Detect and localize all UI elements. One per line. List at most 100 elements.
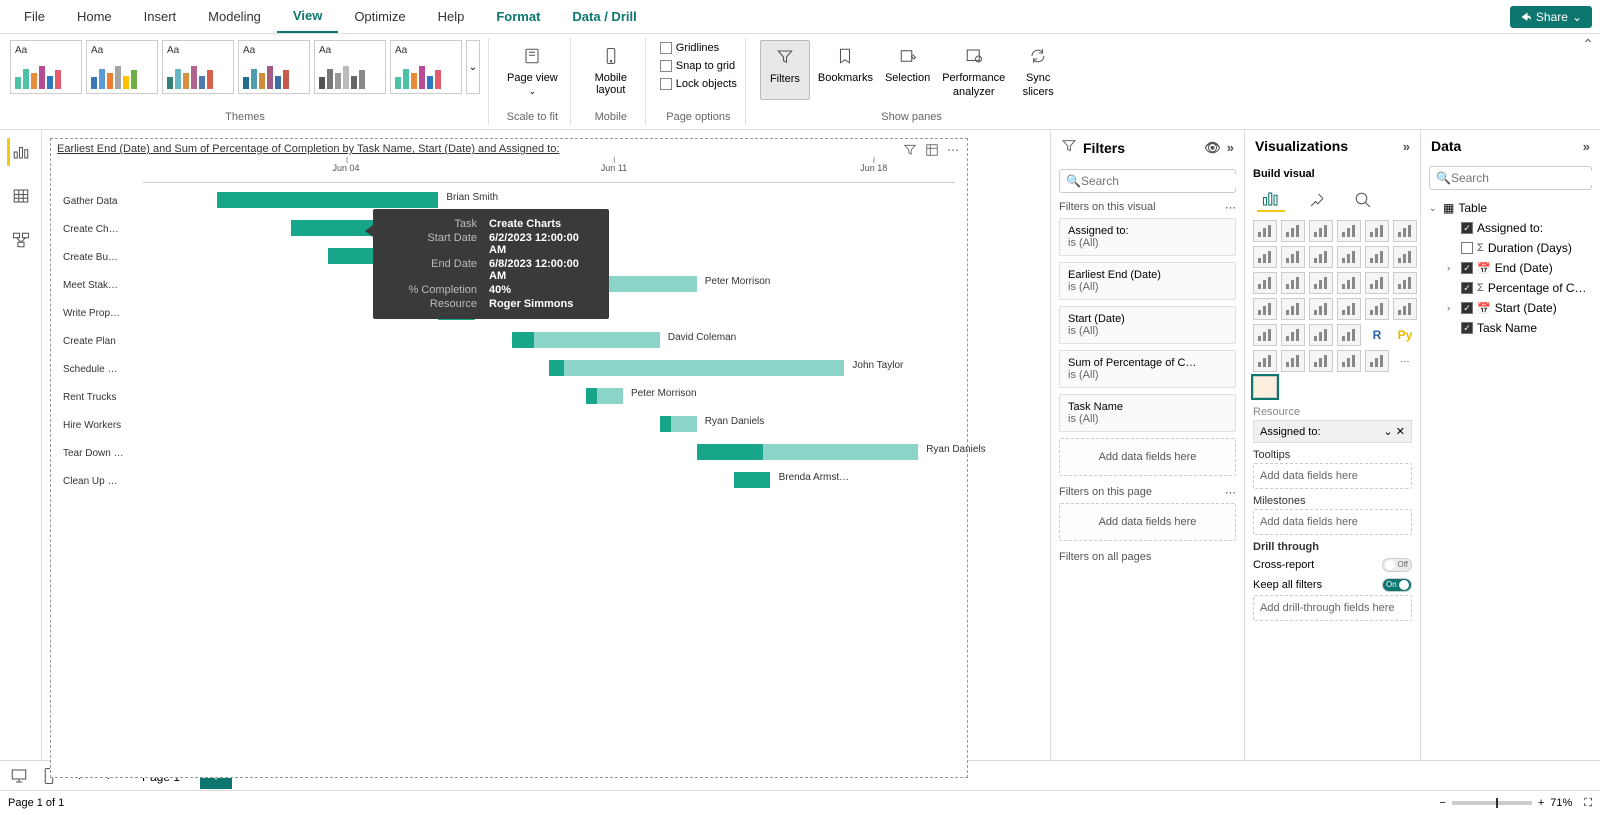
viz-type-item[interactable] (1365, 272, 1389, 294)
selection-pane-button[interactable]: Selection (881, 40, 934, 100)
viz-type-item[interactable] (1309, 350, 1333, 372)
page-view-button[interactable]: Page view ⌄ (503, 40, 562, 99)
field-checkbox[interactable] (1461, 322, 1473, 334)
zoom-out-button[interactable]: − (1439, 797, 1445, 809)
viz-type-item[interactable] (1253, 350, 1277, 372)
filter-card[interactable]: Task Nameis (All) (1059, 394, 1236, 432)
viz-type-item[interactable] (1253, 298, 1277, 320)
tab-insert[interactable]: Insert (128, 1, 193, 32)
tooltips-drop-well[interactable]: Add data fields here (1253, 463, 1412, 489)
viz-type-item[interactable] (1337, 324, 1361, 346)
theme-dropdown[interactable]: ⌄ (466, 40, 480, 94)
viz-type-item[interactable] (1365, 246, 1389, 268)
data-search[interactable]: 🔍 (1429, 166, 1592, 190)
analytics-tab[interactable] (1349, 188, 1377, 212)
viz-type-item[interactable] (1365, 298, 1389, 320)
viz-type-item[interactable]: R (1365, 324, 1389, 346)
visual-filter-icon[interactable] (903, 143, 919, 159)
cross-report-toggle[interactable]: Off (1382, 558, 1412, 572)
gantt-visual[interactable]: Earliest End (Date) and Sum of Percentag… (50, 138, 968, 778)
viz-type-item[interactable] (1393, 272, 1417, 294)
collapse-pane-icon[interactable]: » (1403, 139, 1410, 154)
tab-file[interactable]: File (8, 1, 61, 32)
viz-type-item[interactable] (1281, 350, 1305, 372)
gantt-row[interactable]: Hire WorkersRyan Daniels (63, 411, 955, 439)
viz-type-item[interactable] (1281, 220, 1305, 242)
data-field[interactable]: ›📅End (Date) (1429, 258, 1592, 278)
add-visual-filter-well[interactable]: Add data fields here (1059, 438, 1236, 476)
snap-to-grid-checkbox[interactable]: Snap to grid (660, 58, 735, 74)
viz-type-item[interactable] (1365, 350, 1389, 372)
gantt-row[interactable]: Rent TrucksPeter Morrison (63, 383, 955, 411)
theme-option-1[interactable]: Aa (10, 40, 82, 94)
viz-type-item[interactable] (1337, 298, 1361, 320)
collapse-pane-icon[interactable]: » (1227, 140, 1234, 155)
report-canvas[interactable]: Earliest End (Date) and Sum of Percentag… (42, 130, 1050, 760)
filters-pane-button[interactable]: Filters (760, 40, 810, 100)
tab-format[interactable]: Format (480, 1, 556, 32)
viz-type-item[interactable] (1253, 220, 1277, 242)
mobile-layout-button[interactable]: Mobile layout (585, 40, 637, 98)
tab-view[interactable]: View (277, 0, 338, 33)
assigned-to-well[interactable]: Assigned to: ⌄ ✕ (1253, 420, 1412, 443)
field-checkbox[interactable] (1461, 222, 1473, 234)
viz-type-item[interactable] (1281, 324, 1305, 346)
viz-type-item[interactable] (1393, 298, 1417, 320)
data-field[interactable]: ΣDuration (Days) (1429, 238, 1592, 258)
viz-type-item[interactable] (1281, 246, 1305, 268)
zoom-slider[interactable] (1452, 801, 1532, 805)
tab-optimize[interactable]: Optimize (338, 1, 421, 32)
tab-home[interactable]: Home (61, 1, 128, 32)
field-checkbox[interactable] (1461, 242, 1473, 254)
data-table-node[interactable]: ⌄ ▦ Table (1429, 198, 1592, 218)
filters-search[interactable]: 🔍 (1059, 169, 1236, 193)
collapse-pane-icon[interactable]: » (1583, 139, 1590, 154)
viz-type-item[interactable] (1337, 272, 1361, 294)
gridlines-checkbox[interactable]: Gridlines (660, 40, 719, 56)
viz-type-item[interactable] (1309, 298, 1333, 320)
data-field[interactable]: Assigned to: (1429, 218, 1592, 238)
build-visual-tab[interactable] (1257, 188, 1285, 212)
viz-type-item[interactable] (1253, 376, 1277, 398)
viz-type-item[interactable] (1393, 220, 1417, 242)
data-search-input[interactable] (1451, 171, 1600, 185)
table-view-button[interactable] (7, 182, 35, 210)
viz-type-item[interactable]: Py (1393, 324, 1417, 346)
filter-card[interactable]: Assigned to:is (All) (1059, 218, 1236, 256)
format-visual-tab[interactable] (1303, 188, 1331, 212)
visual-focus-icon[interactable] (925, 143, 941, 159)
viz-type-item[interactable] (1365, 220, 1389, 242)
model-view-button[interactable] (7, 226, 35, 254)
zoom-in-button[interactable]: + (1538, 797, 1544, 809)
viz-type-item[interactable] (1393, 246, 1417, 268)
tab-data-drill[interactable]: Data / Drill (556, 1, 652, 32)
viz-type-item[interactable] (1337, 246, 1361, 268)
filters-search-input[interactable] (1081, 174, 1236, 188)
desktop-layout-button[interactable] (6, 765, 32, 787)
theme-option-3[interactable]: Aa (162, 40, 234, 94)
sync-slicers-button[interactable]: Sync slicers (1013, 40, 1063, 100)
eye-icon[interactable]: 👁 (1204, 140, 1221, 156)
collapse-ribbon-button[interactable]: ⌃ (1582, 36, 1594, 53)
viz-type-item[interactable] (1337, 350, 1361, 372)
performance-analyzer-button[interactable]: Performance analyzer (938, 40, 1009, 100)
viz-type-item[interactable] (1253, 324, 1277, 346)
viz-type-item[interactable] (1337, 220, 1361, 242)
keep-filters-toggle[interactable]: On (1382, 578, 1412, 592)
viz-type-item[interactable] (1281, 272, 1305, 294)
viz-type-item[interactable] (1253, 272, 1277, 294)
gantt-row[interactable]: Tear Down …Ryan Daniels (63, 439, 955, 467)
share-button[interactable]: Share ⌄ (1510, 6, 1592, 28)
field-checkbox[interactable] (1461, 262, 1473, 274)
theme-option-4[interactable]: Aa (238, 40, 310, 94)
viz-type-item[interactable] (1309, 220, 1333, 242)
viz-type-item[interactable] (1309, 324, 1333, 346)
theme-option-2[interactable]: Aa (86, 40, 158, 94)
visual-more-icon[interactable]: ⋯ (947, 143, 963, 159)
add-page-filter-well[interactable]: Add data fields here (1059, 503, 1236, 541)
drill-through-well[interactable]: Add drill-through fields here (1253, 595, 1412, 621)
tab-help[interactable]: Help (422, 1, 481, 32)
field-checkbox[interactable] (1461, 282, 1473, 294)
gantt-row[interactable]: Schedule …John Taylor (63, 355, 955, 383)
data-field[interactable]: ΣPercentage of C… (1429, 278, 1592, 298)
